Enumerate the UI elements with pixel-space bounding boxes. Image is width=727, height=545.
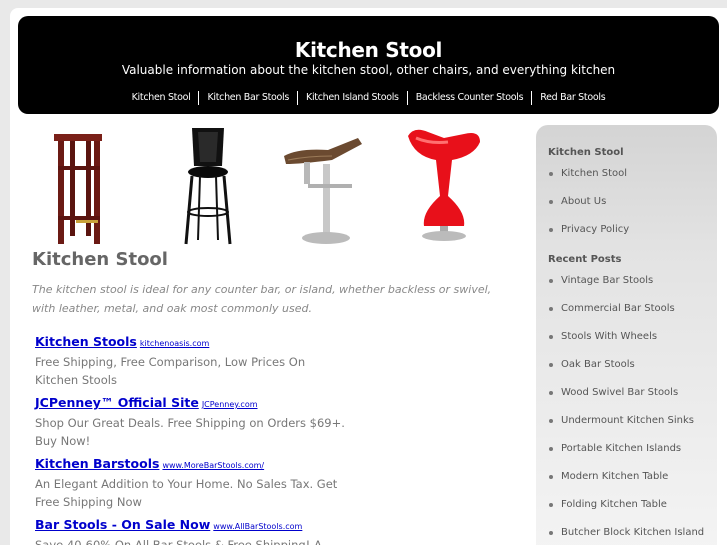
ad-url-link[interactable]: www.MoreBarStools.com/ (162, 461, 264, 470)
ad-title-link[interactable]: Kitchen Stools (35, 334, 137, 349)
sidebar-recent-list: Vintage Bar Stools Commercial Bar Stools… (536, 267, 717, 545)
nav-backless-counter-stools[interactable]: Backless Counter Stools (406, 91, 532, 105)
recent-post-link[interactable]: Undermount Kitchen Sinks (536, 407, 717, 435)
ad-list: Kitchen Stools kitchenoasis.com Free Ship… (35, 332, 345, 545)
ad-item: Kitchen Stools kitchenoasis.com Free Ship… (35, 332, 345, 389)
black-stool-image (184, 128, 232, 245)
recent-post-link[interactable]: Folding Kitchen Table (536, 491, 717, 519)
ad-title-link[interactable]: Bar Stools - On Sale Now (35, 517, 210, 532)
recent-post-link[interactable]: Butcher Block Kitchen Island (536, 519, 717, 545)
recent-post-link[interactable]: Stools With Wheels (536, 323, 717, 351)
recent-post-link[interactable]: Commercial Bar Stools (536, 295, 717, 323)
site-header: Kitchen Stool Valuable information about… (18, 16, 719, 114)
ad-item: Bar Stools - On Sale Now www.AllBarStools… (35, 515, 345, 545)
nav-kitchen-bar-stools[interactable]: Kitchen Bar Stools (198, 91, 297, 105)
sidebar: Kitchen Stool Kitchen Stool About Us Pri… (536, 125, 717, 545)
recent-post-link[interactable]: Modern Kitchen Table (536, 463, 717, 491)
red-stool-image (408, 129, 480, 241)
recent-post-link[interactable]: Wood Swivel Bar Stools (536, 379, 717, 407)
nav-kitchen-island-stools[interactable]: Kitchen Island Stools (297, 91, 407, 105)
nav-red-bar-stools[interactable]: Red Bar Stools (531, 91, 613, 105)
sidebar-item-kitchen-stool[interactable]: Kitchen Stool (536, 160, 717, 188)
ad-url-link[interactable]: kitchenoasis.com (140, 339, 209, 348)
sidebar-item-about-us[interactable]: About Us (536, 188, 717, 216)
stool-images (26, 126, 526, 248)
sidebar-pages-list: Kitchen Stool About Us Privacy Policy (536, 160, 717, 244)
wood-stool-image (54, 134, 102, 244)
recent-post-link[interactable]: Oak Bar Stools (536, 351, 717, 379)
sidebar-recent-heading: Recent Posts (548, 254, 622, 265)
ad-item: JCPenney™ Official Site JCPenney.com Shop… (35, 393, 345, 450)
ad-item: Kitchen Barstools www.MoreBarStools.com/ … (35, 454, 345, 511)
page: Kitchen Stool Valuable information about… (10, 8, 727, 545)
ad-description: Save 40-60% On All Bar Stools & Free Shi… (35, 538, 322, 545)
recent-post-link[interactable]: Portable Kitchen Islands (536, 435, 717, 463)
sidebar-item-privacy-policy[interactable]: Privacy Policy (536, 216, 717, 244)
ad-description: Free Shipping, Free Comparison, Low Pric… (35, 355, 306, 387)
site-title[interactable]: Kitchen Stool (18, 38, 719, 62)
ad-title-link[interactable]: Kitchen Barstools (35, 456, 159, 471)
ad-description: Shop Our Great Deals. Free Shipping on O… (35, 416, 345, 448)
intro-text: The kitchen stool is ideal for any count… (32, 283, 492, 315)
ad-title-link[interactable]: JCPenney™ Official Site (35, 395, 199, 410)
ad-url-link[interactable]: JCPenney.com (202, 400, 258, 409)
page-title: Kitchen Stool (32, 249, 168, 270)
main-nav: Kitchen Stool Kitchen Bar Stools Kitchen… (18, 91, 719, 105)
ad-description: An Elegant Addition to Your Home. No Sal… (35, 477, 338, 509)
ad-url-link[interactable]: www.AllBarStools.com (213, 522, 302, 531)
site-description: Valuable information about the kitchen s… (121, 63, 616, 77)
recent-post-link[interactable]: Vintage Bar Stools (536, 267, 717, 295)
sidebar-pages-heading: Kitchen Stool (548, 147, 624, 158)
nav-kitchen-stool[interactable]: Kitchen Stool (124, 91, 199, 105)
chrome-stool-image (284, 138, 362, 244)
